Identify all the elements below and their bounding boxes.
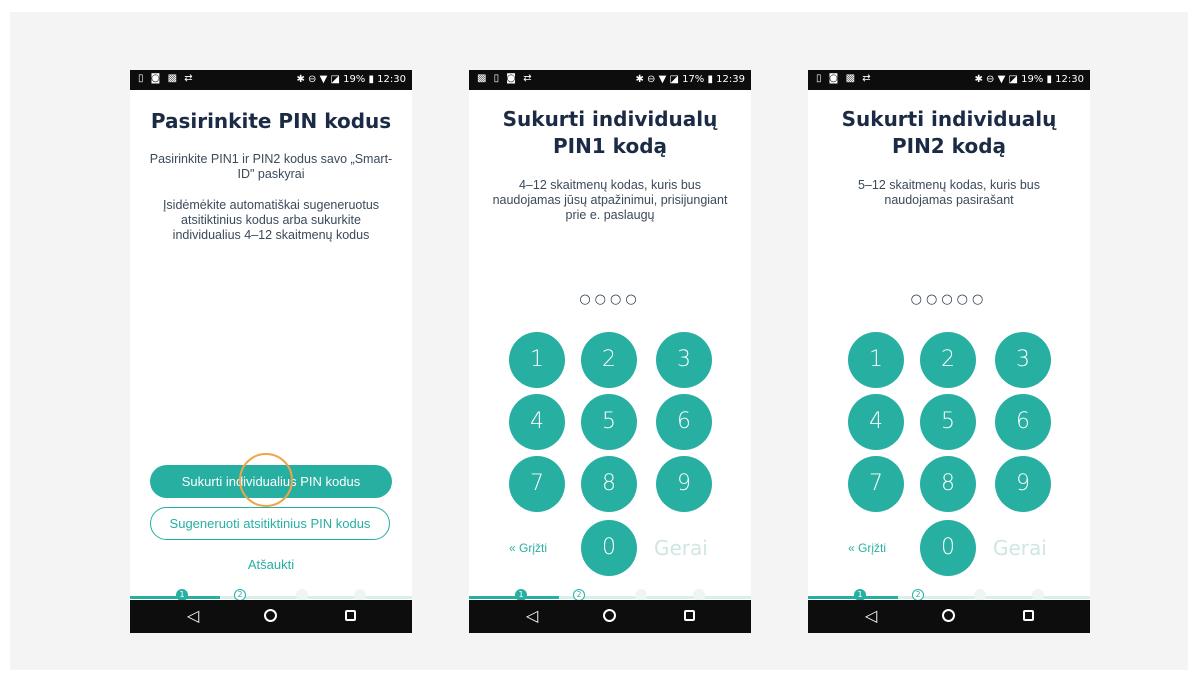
phone-screen-pin-choice: ▯ ◙ ▩ ⇄ ✱ ⊖ ▼ ◪ 19% ▮ 12:30 Pasirinkite …: [130, 70, 412, 633]
key-3[interactable]: 3: [656, 332, 712, 388]
status-bar: ▯ ◙ ▩ ⇄ ✱ ⊖ ▼ ◪ 19% ▮ 12:30: [130, 70, 412, 90]
progress-steps: 1 2: [469, 585, 751, 601]
ok-button[interactable]: Gerai: [654, 536, 708, 560]
key-3[interactable]: 3: [995, 332, 1051, 388]
recents-nav-icon[interactable]: [684, 610, 695, 621]
hint-text: Įsidėmėkite automatiškai sugeneruotus at…: [162, 198, 380, 242]
phone-screen-pin2: ▯ ◙ ▩ ⇄ ✱ ⊖ ▼ ◪ 19% ▮ 12:30 Sukurti indi…: [808, 70, 1090, 633]
status-icons-right: ✱ ⊖ ▼ ◪ 19% ▮ 12:30: [296, 74, 406, 85]
pin-entry-dots: ○○○○: [579, 292, 641, 307]
back-nav-icon[interactable]: ◁: [517, 606, 547, 625]
key-9[interactable]: 9: [656, 456, 712, 512]
back-button[interactable]: « Grįžti: [509, 541, 547, 555]
key-5[interactable]: 5: [581, 394, 637, 450]
key-1[interactable]: 1: [509, 332, 565, 388]
key-7[interactable]: 7: [848, 456, 904, 512]
progress-fill: [808, 596, 898, 599]
android-nav-bar: ◁: [130, 600, 412, 633]
android-nav-bar: ◁: [808, 600, 1090, 633]
phone-screen-pin1: ▩ ▯ ◙ ⇄ ✱ ⊖ ▼ ◪ 17% ▮ 12:39 Sukurti indi…: [469, 70, 751, 633]
tap-highlight-ring: [239, 453, 293, 507]
key-2[interactable]: 2: [920, 332, 976, 388]
description-text: 4–12 skaitmenų kodas, kuris bus naudojam…: [492, 178, 728, 222]
home-nav-icon[interactable]: [603, 609, 616, 622]
home-nav-icon[interactable]: [942, 609, 955, 622]
pin-entry-dots: ○○○○○: [910, 292, 988, 307]
status-icons-left: ▯ ◙ ▩ ⇄: [816, 73, 873, 84]
key-8[interactable]: 8: [581, 456, 637, 512]
cancel-link[interactable]: Atšaukti: [130, 557, 412, 572]
key-4[interactable]: 4: [848, 394, 904, 450]
progress-fill: [469, 596, 559, 599]
key-7[interactable]: 7: [509, 456, 565, 512]
home-nav-icon[interactable]: [264, 609, 277, 622]
page-title: Pasirinkite PIN kodus: [150, 109, 392, 133]
progress-fill: [130, 596, 220, 599]
back-nav-icon[interactable]: ◁: [178, 606, 208, 625]
progress-steps: 1 2: [130, 585, 412, 601]
generate-random-pins-button[interactable]: Sugeneruoti atsitiktinius PIN kodus: [150, 507, 390, 540]
key-0[interactable]: 0: [920, 520, 976, 576]
description-text: Pasirinkite PIN1 ir PIN2 kodus savo „Sma…: [149, 152, 393, 181]
status-icons-left: ▯ ◙ ▩ ⇄: [138, 73, 195, 84]
key-4[interactable]: 4: [509, 394, 565, 450]
recents-nav-icon[interactable]: [1023, 610, 1034, 621]
page-title: Sukurti individualų PIN2 kodą: [841, 107, 1057, 158]
status-icons-right: ✱ ⊖ ▼ ◪ 19% ▮ 12:30: [974, 74, 1084, 85]
status-icons-right: ✱ ⊖ ▼ ◪ 17% ▮ 12:39: [635, 74, 745, 85]
key-6[interactable]: 6: [995, 394, 1051, 450]
key-1[interactable]: 1: [848, 332, 904, 388]
back-button[interactable]: « Grįžti: [848, 541, 886, 555]
progress-steps: 1 2: [808, 585, 1090, 601]
page-title: Sukurti individualų PIN1 kodą: [502, 107, 718, 158]
key-0[interactable]: 0: [581, 520, 637, 576]
android-nav-bar: ◁: [469, 600, 751, 633]
status-bar: ▯ ◙ ▩ ⇄ ✱ ⊖ ▼ ◪ 19% ▮ 12:30: [808, 70, 1090, 90]
key-9[interactable]: 9: [995, 456, 1051, 512]
ok-button[interactable]: Gerai: [993, 536, 1047, 560]
status-icons-left: ▩ ▯ ◙ ⇄: [477, 73, 534, 84]
description-text: 5–12 skaitmenų kodas, kuris bus naudojam…: [857, 178, 1041, 207]
key-2[interactable]: 2: [581, 332, 637, 388]
key-8[interactable]: 8: [920, 456, 976, 512]
status-bar: ▩ ▯ ◙ ⇄ ✱ ⊖ ▼ ◪ 17% ▮ 12:39: [469, 70, 751, 90]
key-5[interactable]: 5: [920, 394, 976, 450]
key-6[interactable]: 6: [656, 394, 712, 450]
back-nav-icon[interactable]: ◁: [856, 606, 886, 625]
recents-nav-icon[interactable]: [345, 610, 356, 621]
